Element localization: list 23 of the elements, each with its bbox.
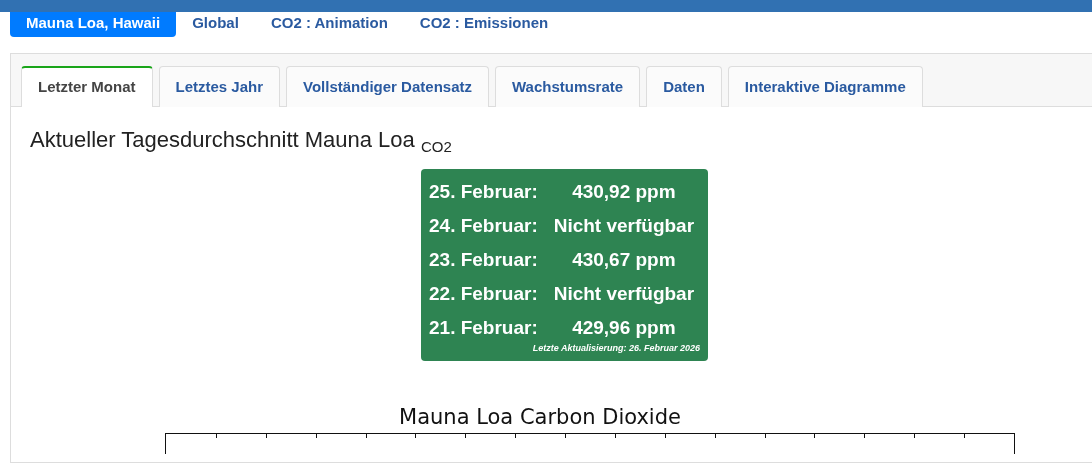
reading-date: 22. Februar: <box>429 282 538 307</box>
tab[interactable]: Interaktive Diagramme <box>727 66 923 107</box>
nav-link[interactable]: Global <box>176 12 255 37</box>
reading-value: 430,92 ppm <box>571 180 677 205</box>
reading-date: 23. Februar: <box>429 248 538 273</box>
last-update-text: Letzte Aktualisierung: 26. Februar 2026 <box>531 343 700 354</box>
tab[interactable]: Wachstumsrate <box>495 66 641 107</box>
reading-value: Nicht verfügbar <box>552 214 696 239</box>
tab[interactable]: Daten <box>646 66 722 107</box>
reading-date: 24. Februar: <box>429 214 538 239</box>
page-heading: Aktueller Tagesdurchschnitt Mauna Loa $_{CO2}$ <box>30 127 453 156</box>
nav-link[interactable]: CO2 : Animation <box>254 12 404 37</box>
reading-value: 430,67 ppm <box>571 248 677 273</box>
reading-date: 21. Februar: <box>429 316 538 341</box>
nav-link[interactable]: Mauna Loa, Hawaii <box>10 12 177 37</box>
reading-value: Nicht verfügbar <box>552 282 696 307</box>
reading-date: 25. Februar: <box>429 180 538 205</box>
tab[interactable]: Letztes Jahr <box>158 66 281 107</box>
chart-title: Mauna Loa Carbon Dioxide <box>398 405 682 430</box>
tab[interactable]: Letzter Monat <box>21 66 153 107</box>
nav-link[interactable]: CO2 : Emissionen <box>403 12 565 37</box>
reading-value: 429,96 ppm <box>571 316 677 341</box>
tab[interactable]: Vollständiger Datensatz <box>286 66 489 107</box>
